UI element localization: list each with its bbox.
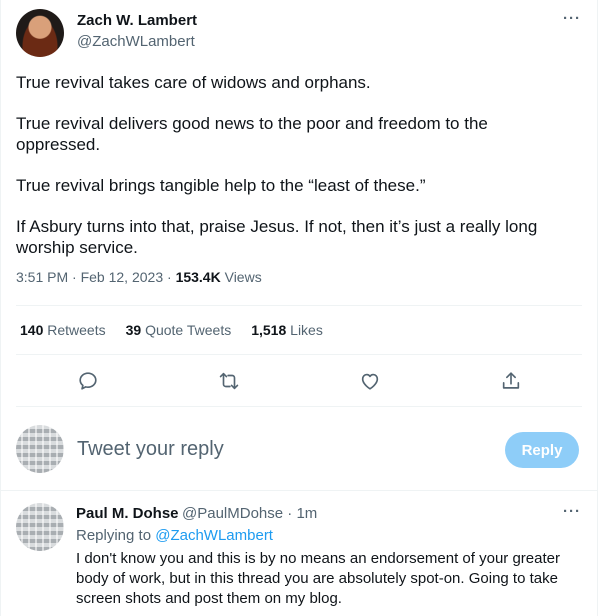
author-handle[interactable]: @ZachWLambert	[77, 33, 195, 50]
reply-text: I don't know you and this is by no means…	[76, 550, 560, 607]
tweet-paragraph: If Asbury turns into that, praise Jesus.…	[16, 217, 538, 257]
retweet-icon[interactable]	[218, 370, 240, 392]
reply-author-avatar[interactable]	[16, 503, 64, 551]
engagement-stats: 140 Retweets 39 Quote Tweets 1,518 Likes	[20, 322, 323, 338]
likes-stat[interactable]: 1,518 Likes	[251, 322, 323, 338]
reply-author-meta: @PaulMDohse · 1m	[182, 505, 317, 522]
divider	[16, 305, 582, 306]
views-count: 153.4K	[175, 269, 221, 285]
likes-count: 1,518	[251, 322, 287, 338]
author-avatar[interactable]	[16, 9, 64, 57]
replying-to: Replying to @ZachWLambert	[76, 527, 273, 544]
tweet-paragraph: True revival delivers good news to the p…	[16, 114, 488, 154]
tweet-date[interactable]: Feb 12, 2023	[81, 269, 164, 285]
reply-input[interactable]: Tweet your reply	[77, 438, 224, 461]
divider	[16, 354, 582, 355]
tweet-paragraph: True revival takes care of widows and or…	[16, 73, 371, 92]
reply-author-handle[interactable]: @PaulMDohse	[182, 505, 283, 522]
likes-label: Likes	[290, 322, 323, 338]
replying-to-label: Replying to	[76, 527, 152, 544]
tweet-detail-panel: Zach W. Lambert @ZachWLambert ··· True r…	[0, 0, 598, 616]
quotes-label: Quote Tweets	[145, 322, 232, 338]
more-options-icon[interactable]: ···	[563, 10, 581, 27]
retweets-count: 140	[20, 322, 44, 338]
replying-to-handle[interactable]: @ZachWLambert	[155, 527, 273, 544]
current-user-avatar	[16, 425, 64, 473]
divider	[1, 490, 597, 491]
meta-separator: ·	[72, 269, 81, 285]
tweet-time[interactable]: 3:51 PM	[16, 269, 68, 285]
reply-icon[interactable]	[77, 370, 99, 392]
divider	[16, 406, 582, 407]
reply-more-options-icon[interactable]: ···	[563, 503, 581, 520]
tweet-text: True revival takes care of widows and or…	[16, 72, 576, 278]
reply-time[interactable]: 1m	[296, 505, 317, 522]
author-name[interactable]: Zach W. Lambert	[77, 12, 197, 29]
meta-separator: ·	[167, 269, 176, 285]
share-icon[interactable]	[500, 370, 522, 392]
retweets-stat[interactable]: 140 Retweets	[20, 322, 106, 338]
reply-author-name[interactable]: Paul M. Dohse	[76, 505, 179, 522]
reply-button[interactable]: Reply	[505, 432, 579, 468]
quotes-stat[interactable]: 39 Quote Tweets	[126, 322, 232, 338]
tweet-meta: 3:51 PM · Feb 12, 2023 · 153.4K Views	[16, 269, 262, 285]
tweet-paragraph: True revival brings tangible help to the…	[16, 176, 426, 195]
retweets-label: Retweets	[47, 322, 106, 338]
quotes-count: 39	[125, 322, 142, 338]
views-label: Views	[224, 269, 262, 285]
like-icon[interactable]	[359, 370, 381, 392]
